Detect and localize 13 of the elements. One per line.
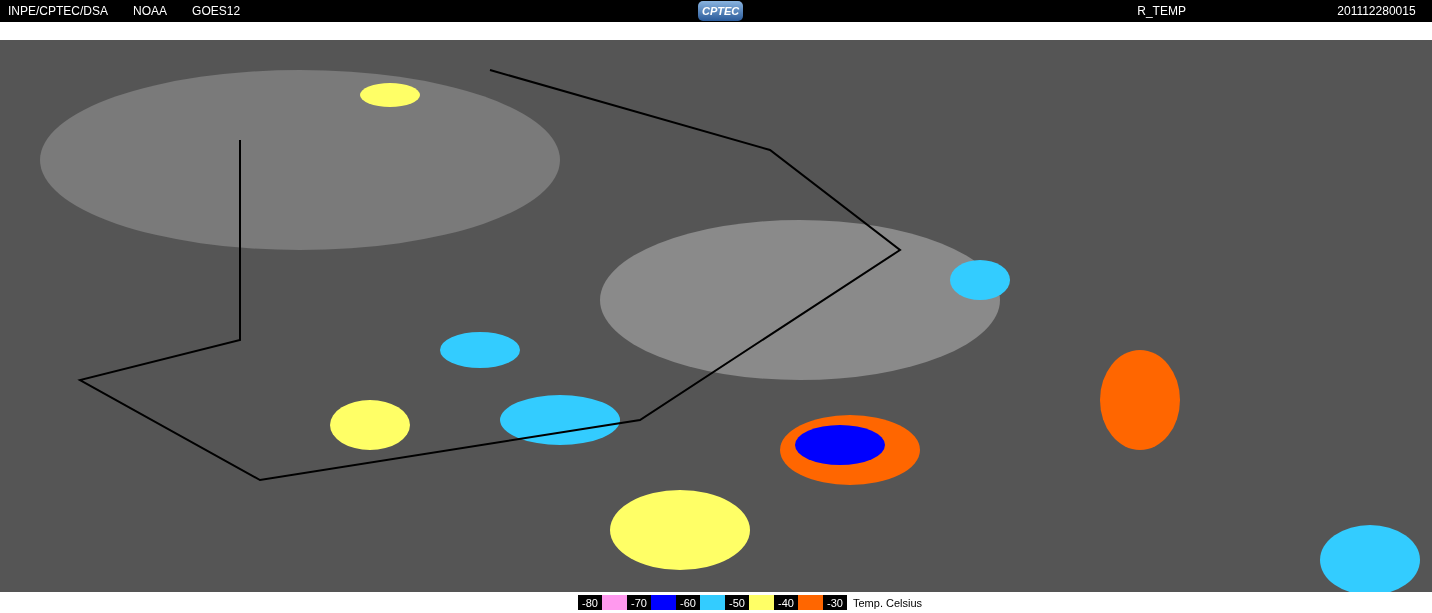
legend-label: -50: [725, 595, 749, 610]
legend-label: -60: [676, 595, 700, 610]
legend-label: -40: [774, 595, 798, 610]
product-label: R_TEMP: [1137, 4, 1187, 18]
timestamp: 201112280015: [1337, 4, 1416, 18]
header-label: NOAA: [133, 4, 168, 18]
legend-label: -80: [578, 595, 602, 610]
logo: CPTEC: [698, 1, 744, 21]
legend-label: -30: [823, 595, 847, 610]
header-label: INPE/CPTEC/DSA: [8, 4, 109, 18]
legend-label: -70: [627, 595, 651, 610]
header-label: GOES12: [192, 4, 241, 18]
legend-unit: Temp. Celsius: [853, 596, 923, 609]
